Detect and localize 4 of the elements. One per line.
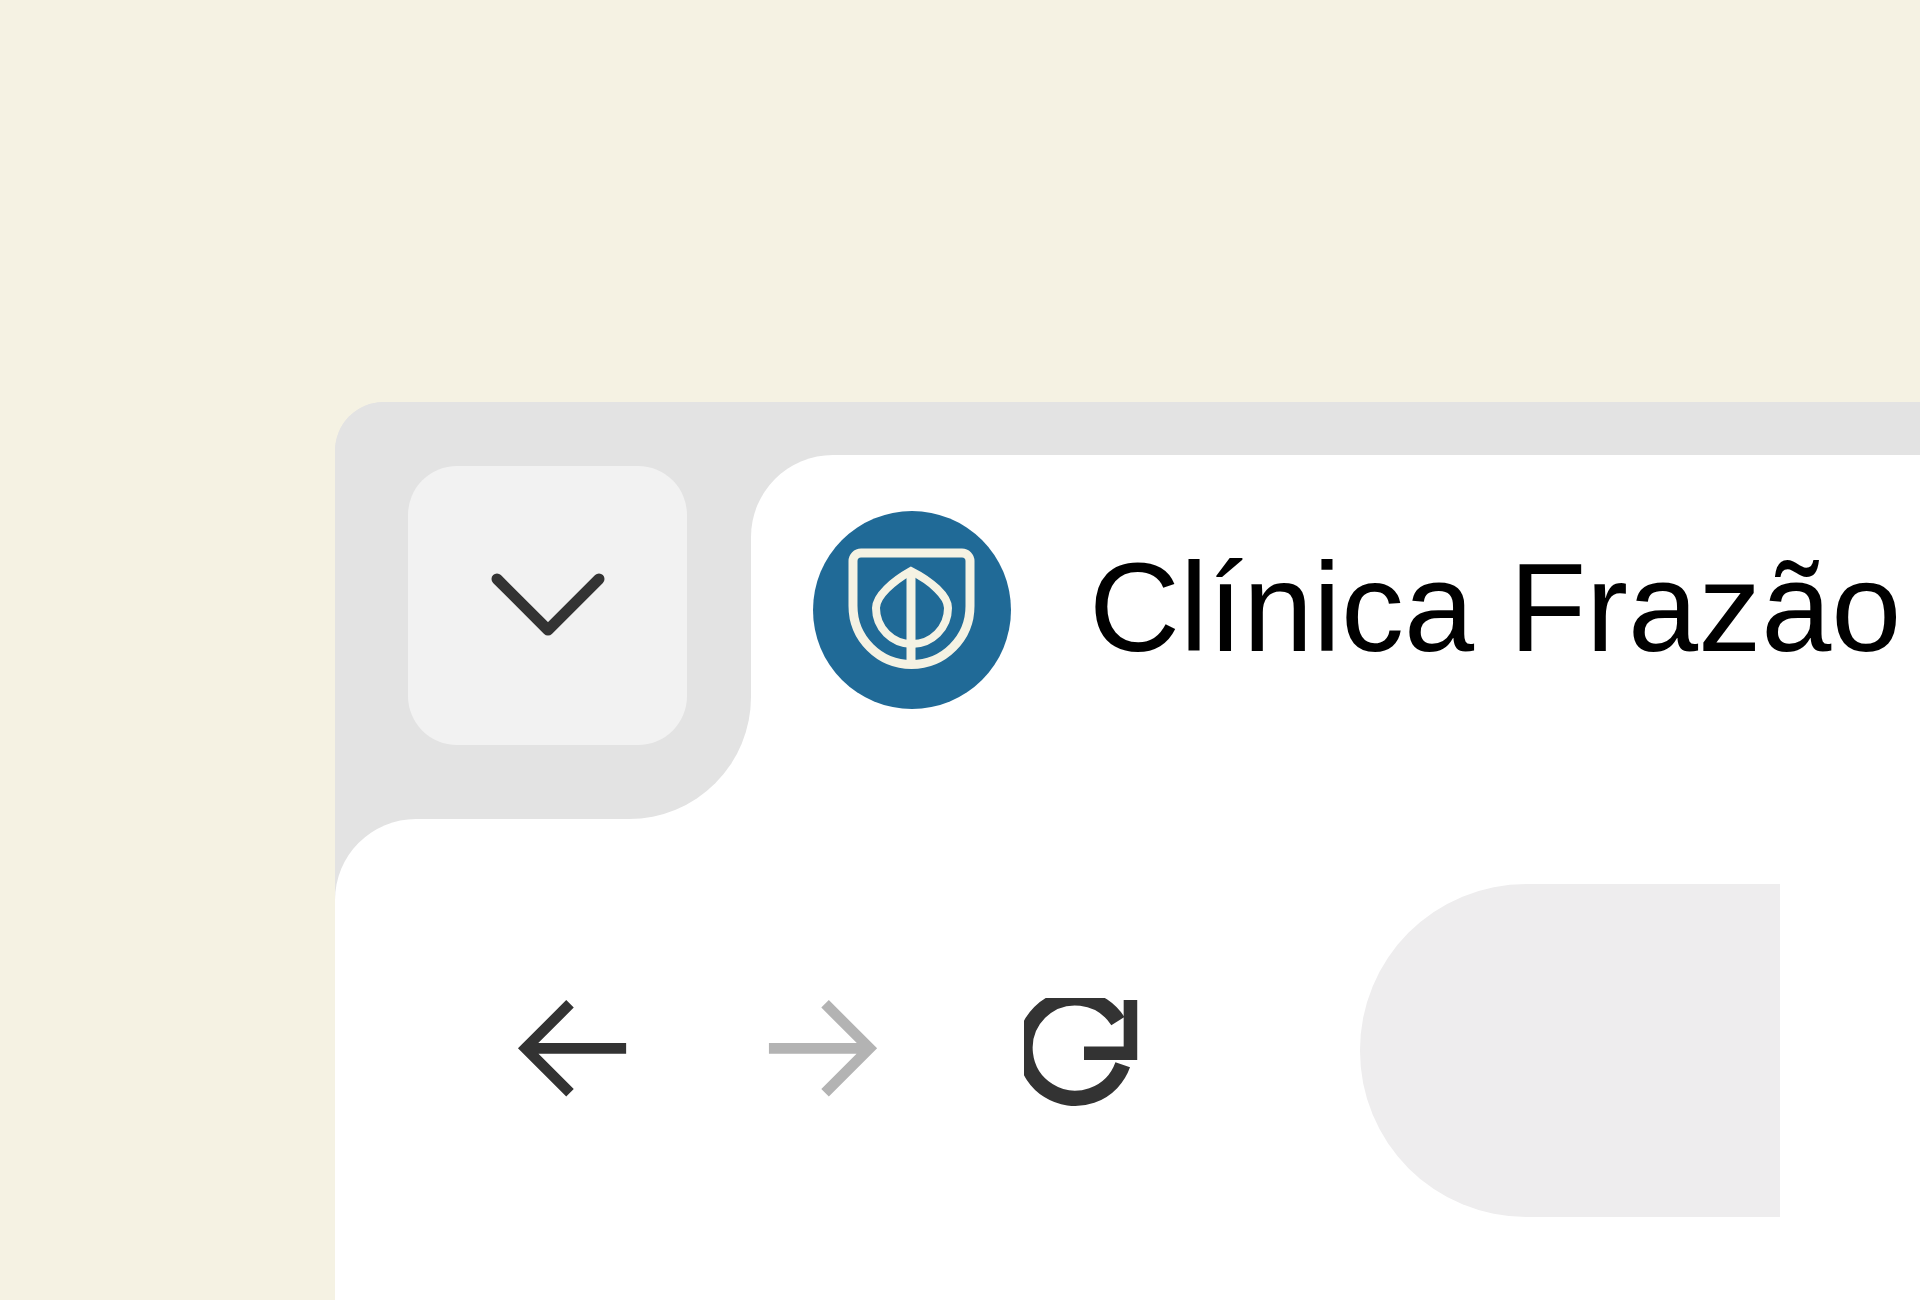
tab-list-dropdown-button[interactable] xyxy=(408,466,687,745)
shield-leaf-logo-icon xyxy=(813,511,1011,709)
browser-tab[interactable]: Clínica Frazão xyxy=(751,455,1920,819)
tab-title: Clínica Frazão xyxy=(1089,545,1902,671)
